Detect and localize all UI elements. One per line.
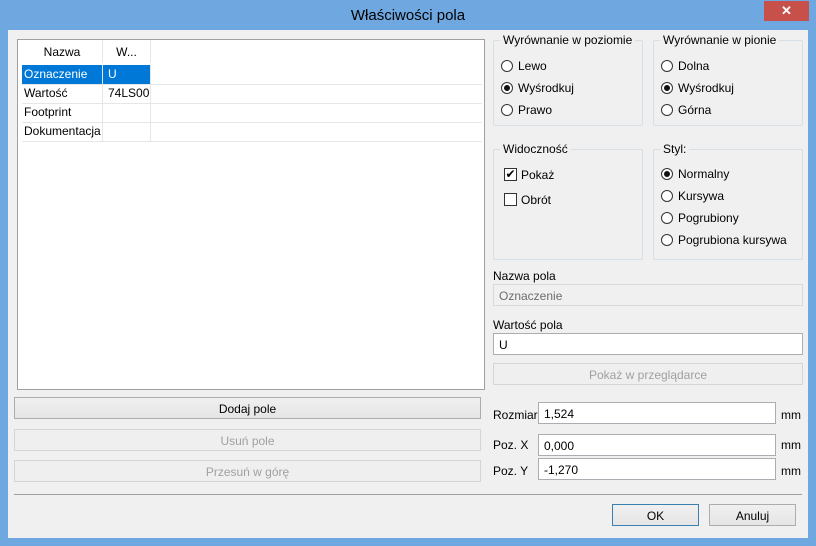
add-field-button[interactable]: Dodaj pole xyxy=(14,397,481,419)
size-unit: mm xyxy=(781,408,801,422)
style-radio[interactable] xyxy=(661,234,673,246)
table-cell-value xyxy=(103,103,151,122)
column-header-name[interactable]: Nazwa xyxy=(22,40,103,63)
table-cell-name: Oznaczenie xyxy=(22,65,103,84)
show-checkbox[interactable]: ✔ xyxy=(504,168,517,181)
table-cell-value: 74LS00 xyxy=(103,84,151,103)
window-title: Właściwości pola xyxy=(350,7,466,24)
table-row[interactable]: Oznaczenie U xyxy=(22,65,482,85)
visibility-title: Widoczność xyxy=(500,142,571,156)
table-row[interactable]: Footprint xyxy=(22,103,482,123)
h-align-option-label[interactable]: Prawo xyxy=(518,103,552,117)
v-align-title: Wyrównanie w pionie xyxy=(660,33,780,47)
rotate-checkbox[interactable] xyxy=(504,193,517,206)
ok-button[interactable]: OK xyxy=(612,504,699,526)
pos-y-label: Poz. Y xyxy=(493,464,529,478)
style-group: Styl: Normalny Kursywa Pogrubiony Pogrubion… xyxy=(653,142,803,260)
show-label[interactable]: Pokaż xyxy=(521,168,554,182)
field-name-input[interactable]: Oznaczenie xyxy=(493,284,803,306)
style-option-label[interactable]: Kursywa xyxy=(678,189,724,203)
table-cell-value xyxy=(103,122,151,141)
v-align-radio[interactable] xyxy=(661,82,673,94)
v-align-option-label[interactable]: Górna xyxy=(678,103,711,117)
cancel-button[interactable]: Anuluj xyxy=(709,504,796,526)
v-align-option-label[interactable]: Wyśrodkuj xyxy=(678,81,734,95)
size-input[interactable]: 1,524 xyxy=(538,402,776,424)
style-title: Styl: xyxy=(660,142,690,156)
h-align-radio[interactable] xyxy=(501,82,513,94)
table-row[interactable]: Wartość 74LS00 xyxy=(22,84,482,104)
pos-y-input[interactable]: -1,270 xyxy=(538,458,776,480)
v-align-group: Wyrównanie w pionie Dolna Wyśrodkuj Górna xyxy=(653,33,803,126)
table-cell-name: Footprint xyxy=(22,103,103,122)
dialog-window: Właściwości pola ✕ Nazwa W... Oznaczenie… xyxy=(0,0,816,546)
show-in-browser-button[interactable]: Pokaż w przeglądarce xyxy=(493,363,803,385)
title-bar[interactable]: Właściwości pola ✕ xyxy=(0,0,816,30)
style-option-label[interactable]: Pogrubiony xyxy=(678,211,739,225)
h-align-option-label[interactable]: Lewo xyxy=(518,59,547,73)
move-up-button[interactable]: Przesuń w górę xyxy=(14,460,481,482)
field-name-label: Nazwa pola xyxy=(493,269,556,283)
h-align-option-label[interactable]: Wyśrodkuj xyxy=(518,81,574,95)
pos-x-unit: mm xyxy=(781,438,801,452)
v-align-option-label[interactable]: Dolna xyxy=(678,59,709,73)
field-value-label: Wartość pola xyxy=(493,318,563,332)
style-option-label[interactable]: Pogrubiona kursywa xyxy=(678,233,787,247)
dialog-client-area: Nazwa W... Oznaczenie U Wartość 74LS00 Footp… xyxy=(8,30,808,538)
field-value-input[interactable]: U xyxy=(493,333,803,355)
rotate-label[interactable]: Obrót xyxy=(521,193,551,207)
column-header-value[interactable]: W... xyxy=(103,40,151,63)
pos-x-input[interactable]: 0,000 xyxy=(538,434,776,456)
visibility-group: Widoczność ✔ Pokaż Obrót xyxy=(493,142,643,260)
h-align-radio[interactable] xyxy=(501,104,513,116)
bottom-separator xyxy=(14,494,802,495)
v-align-radio[interactable] xyxy=(661,104,673,116)
h-align-group: Wyrównanie w poziomie Lewo Wyśrodkuj Prawo xyxy=(493,33,643,126)
h-align-radio[interactable] xyxy=(501,60,513,72)
v-align-radio[interactable] xyxy=(661,60,673,72)
style-radio[interactable] xyxy=(661,190,673,202)
pos-x-label: Poz. X xyxy=(493,438,529,452)
h-align-title: Wyrównanie w poziomie xyxy=(500,33,636,47)
style-radio[interactable] xyxy=(661,168,673,180)
table-row[interactable]: Dokumentacja xyxy=(22,122,482,142)
style-radio[interactable] xyxy=(661,212,673,224)
table-cell-value: U xyxy=(103,65,151,84)
style-option-label[interactable]: Normalny xyxy=(678,167,729,181)
table-cell-name: Wartość xyxy=(22,84,103,103)
table-cell-name: Dokumentacja xyxy=(22,122,103,141)
close-button[interactable]: ✕ xyxy=(764,1,809,21)
fields-list[interactable]: Nazwa W... Oznaczenie U Wartość 74LS00 Footp… xyxy=(17,39,485,390)
pos-y-unit: mm xyxy=(781,464,801,478)
remove-field-button[interactable]: Usuń pole xyxy=(14,429,481,451)
size-label: Rozmiar xyxy=(493,408,538,422)
